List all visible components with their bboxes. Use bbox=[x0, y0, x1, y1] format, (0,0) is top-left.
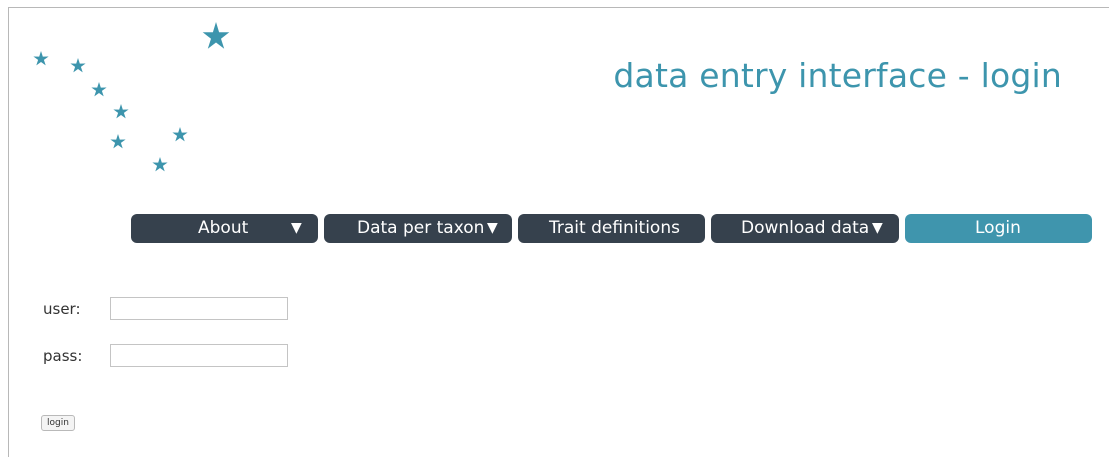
nav-download-data-label: Download data bbox=[741, 218, 870, 238]
nav-about-label: About bbox=[198, 218, 249, 238]
nav-login-label: Login bbox=[975, 218, 1021, 238]
nav-trait-definitions-label: Trait definitions bbox=[549, 218, 680, 238]
star-icon bbox=[70, 58, 86, 73]
caret-down-icon: ▼ bbox=[872, 220, 883, 236]
nav-data-per-taxon-button[interactable]: Data per taxon ▼ bbox=[324, 214, 512, 243]
nav-login-button[interactable]: Login bbox=[905, 214, 1092, 243]
star-icon bbox=[113, 104, 129, 119]
caret-down-icon: ▼ bbox=[291, 220, 302, 236]
star-icon bbox=[33, 51, 49, 66]
pass-label: pass: bbox=[43, 347, 83, 365]
nav-trait-definitions-button[interactable]: Trait definitions bbox=[518, 214, 705, 243]
login-submit-button[interactable]: login bbox=[41, 415, 75, 431]
star-icon bbox=[91, 82, 107, 97]
pass-input[interactable] bbox=[110, 344, 288, 367]
caret-down-icon: ▼ bbox=[487, 220, 498, 236]
star-icon bbox=[152, 157, 168, 172]
star-icon bbox=[202, 22, 230, 49]
nav-data-per-taxon-label: Data per taxon bbox=[357, 218, 485, 238]
page-title: data entry interface - login bbox=[613, 56, 1062, 95]
star-cluster-logo bbox=[33, 22, 230, 172]
star-icon bbox=[110, 134, 126, 149]
star-icon bbox=[172, 127, 188, 142]
nav-about-button[interactable]: About ▼ bbox=[131, 214, 318, 243]
user-input[interactable] bbox=[110, 297, 288, 320]
nav-download-data-button[interactable]: Download data ▼ bbox=[711, 214, 899, 243]
user-label: user: bbox=[43, 300, 81, 318]
